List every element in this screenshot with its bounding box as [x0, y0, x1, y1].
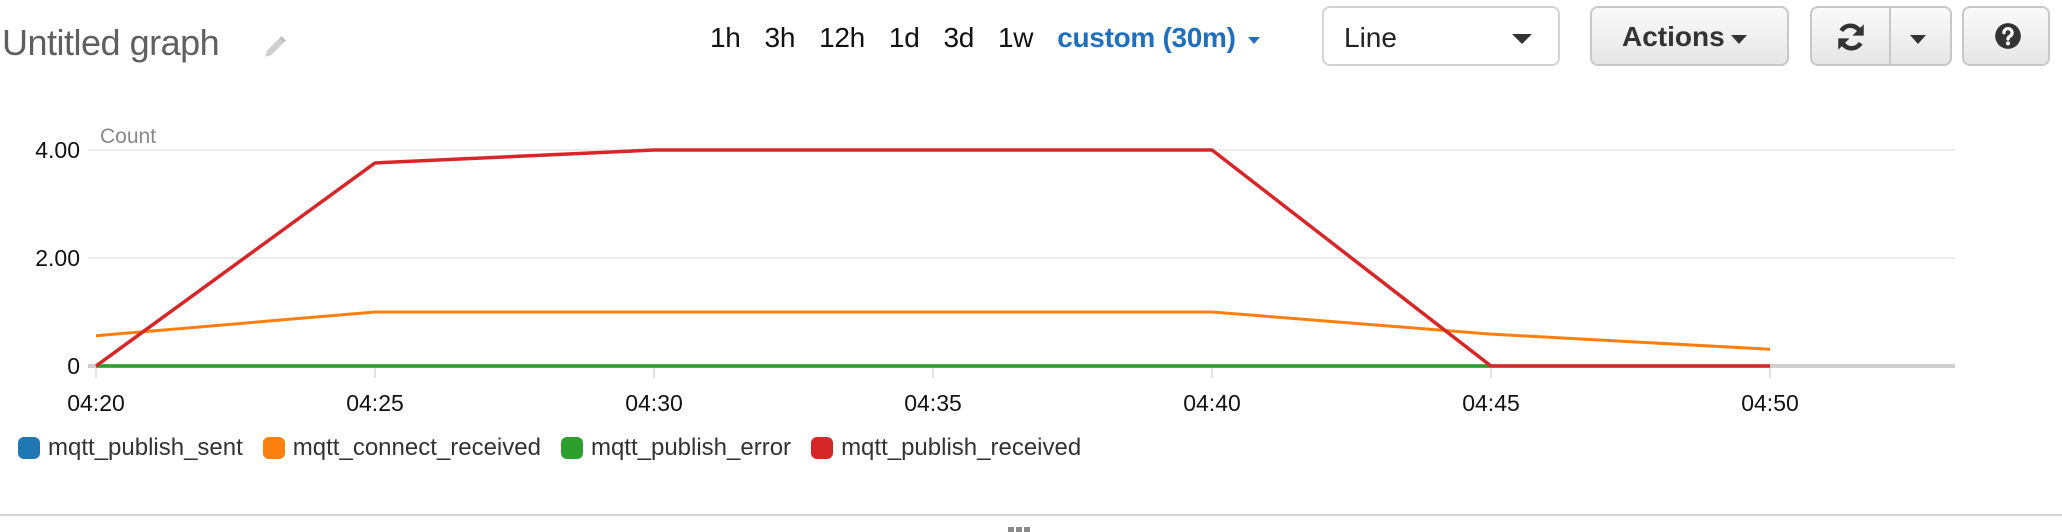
range-3d[interactable]: 3d: [943, 22, 974, 54]
panel-divider: [0, 514, 2062, 516]
legend-label: mqtt_connect_received: [292, 434, 541, 461]
legend-swatch: [262, 437, 285, 459]
range-1h[interactable]: 1h: [710, 22, 741, 54]
y-tick-label: 0: [67, 353, 80, 379]
pencil-icon[interactable]: [262, 34, 288, 60]
caret-down-icon: [1512, 34, 1532, 44]
legend-item-mqtt-publish-received[interactable]: mqtt_publish_received: [811, 434, 1081, 462]
legend-item-mqtt-connect-received[interactable]: mqtt_connect_received: [262, 434, 541, 462]
question-circle-icon: [1995, 23, 2021, 49]
y-tick-label: 4.00: [35, 137, 80, 163]
resize-handle[interactable]: [1008, 527, 1030, 532]
x-tick-label: 04:40: [1183, 390, 1241, 416]
x-tick-label: 04:35: [904, 390, 962, 416]
y-tick-label: 2.00: [35, 245, 80, 271]
refresh-icon[interactable]: [1834, 20, 1868, 54]
range-3h[interactable]: 3h: [765, 22, 796, 54]
chart-type-value: Line: [1344, 22, 1397, 53]
range-12h[interactable]: 12h: [819, 22, 865, 54]
graph-title: Untitled graph: [2, 22, 220, 63]
legend-item-mqtt-publish-error[interactable]: mqtt_publish_error: [560, 434, 792, 462]
x-tick-label: 04:45: [1462, 390, 1520, 416]
chart-type-select[interactable]: Line: [1322, 6, 1560, 66]
button-divider: [1889, 8, 1891, 66]
chart-legend: mqtt_publish_sent mqtt_connect_received …: [18, 434, 1101, 462]
x-tick-label: 04:25: [346, 390, 404, 416]
legend-label: mqtt_publish_received: [841, 434, 1082, 461]
line-chart: Count 0 2.00 4.00 04:20 04:25 04:30 04:35 04:4…: [35, 125, 1955, 416]
refresh-button-group: [1810, 6, 1952, 66]
legend-swatch: [18, 437, 40, 459]
range-1d[interactable]: 1d: [889, 22, 920, 54]
legend-label: mqtt_publish_error: [590, 434, 792, 461]
x-tick-label: 04:30: [625, 390, 683, 416]
range-custom[interactable]: custom (30m): [1057, 22, 1236, 54]
caret-down-icon: [1731, 35, 1747, 44]
actions-button[interactable]: Actions: [1590, 6, 1789, 66]
legend-swatch: [811, 437, 834, 459]
range-1w[interactable]: 1w: [998, 22, 1034, 54]
legend-label: mqtt_publish_sent: [48, 434, 243, 461]
x-tick-label: 04:50: [1741, 390, 1799, 416]
time-range-selector: 1h 3h 12h 1d 3d 1w custom (30m): [710, 18, 1260, 58]
caret-down-icon[interactable]: [1247, 36, 1260, 44]
actions-label: Actions: [1622, 21, 1725, 52]
x-tick-label: 04:20: [67, 390, 125, 416]
y-axis-label: Count: [100, 125, 156, 148]
legend-swatch: [560, 437, 583, 459]
help-button[interactable]: [1962, 6, 2050, 66]
legend-item-mqtt-publish-sent[interactable]: mqtt_publish_sent: [18, 434, 243, 462]
series-line-mqtt-connect-received: [95, 310, 1771, 351]
refresh-options-caret-icon[interactable]: [1910, 35, 1926, 44]
